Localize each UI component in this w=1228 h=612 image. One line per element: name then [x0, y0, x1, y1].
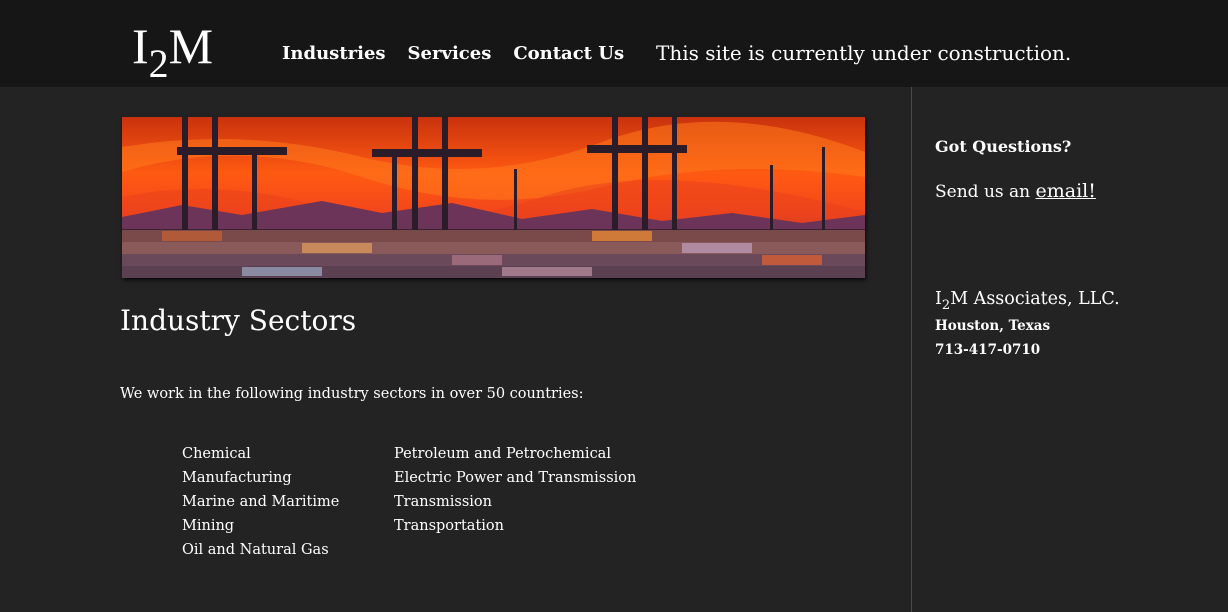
company-name-subscript: 2 [941, 298, 951, 313]
construction-notice: This site is currently under constructio… [656, 41, 1072, 65]
sector-item: Transportation [394, 518, 504, 534]
email-link[interactable]: email! [1036, 180, 1096, 202]
sidebar-contact-line: Send us an email! [935, 180, 1096, 202]
company-location: Houston, Texas [935, 318, 1051, 334]
sector-item: Electric Power and Transmission [394, 470, 637, 486]
sector-item: Mining [182, 518, 235, 534]
sidebar-divider [911, 87, 912, 612]
company-name-prefix: I [935, 289, 942, 309]
sector-column-2: Petroleum and Petrochemical Electric Pow… [394, 442, 636, 538]
sector-item: Petroleum and Petrochemical [394, 446, 611, 462]
logo-subscript-two: 2 [148, 41, 170, 86]
company-name: I2M Associates, LLC. [935, 289, 1120, 313]
page-title: Industry Sectors [120, 304, 357, 337]
sector-column-1: Chemical Manufacturing Marine and Mariti… [182, 442, 339, 562]
logo-letter-m: M [168, 18, 215, 74]
site-logo[interactable]: I2M [132, 18, 215, 86]
sector-item: Chemical [182, 446, 251, 462]
nav-contact-link[interactable]: Contact Us [513, 43, 624, 64]
intro-text: We work in the following industry sector… [120, 386, 584, 402]
port-cranes-banner-image [122, 117, 865, 278]
company-name-suffix: M Associates, LLC. [950, 289, 1120, 309]
sector-item: Marine and Maritime [182, 494, 340, 510]
sidebar-question-heading: Got Questions? [935, 137, 1072, 156]
sector-item: Transmission [394, 494, 493, 510]
main-nav: Industries Services Contact Us [282, 43, 624, 64]
sector-item: Oil and Natural Gas [182, 542, 329, 558]
sector-item: Manufacturing [182, 470, 292, 486]
company-phone: 713-417-0710 [935, 342, 1041, 358]
nav-services-link[interactable]: Services [408, 43, 492, 64]
send-prefix-text: Send us an [935, 182, 1036, 202]
header-bar: I2M Industries Services Contact Us This … [0, 0, 1228, 87]
banner-illustration [122, 117, 865, 278]
logo-letter-i: I [132, 18, 150, 74]
nav-industries-link[interactable]: Industries [282, 43, 386, 64]
